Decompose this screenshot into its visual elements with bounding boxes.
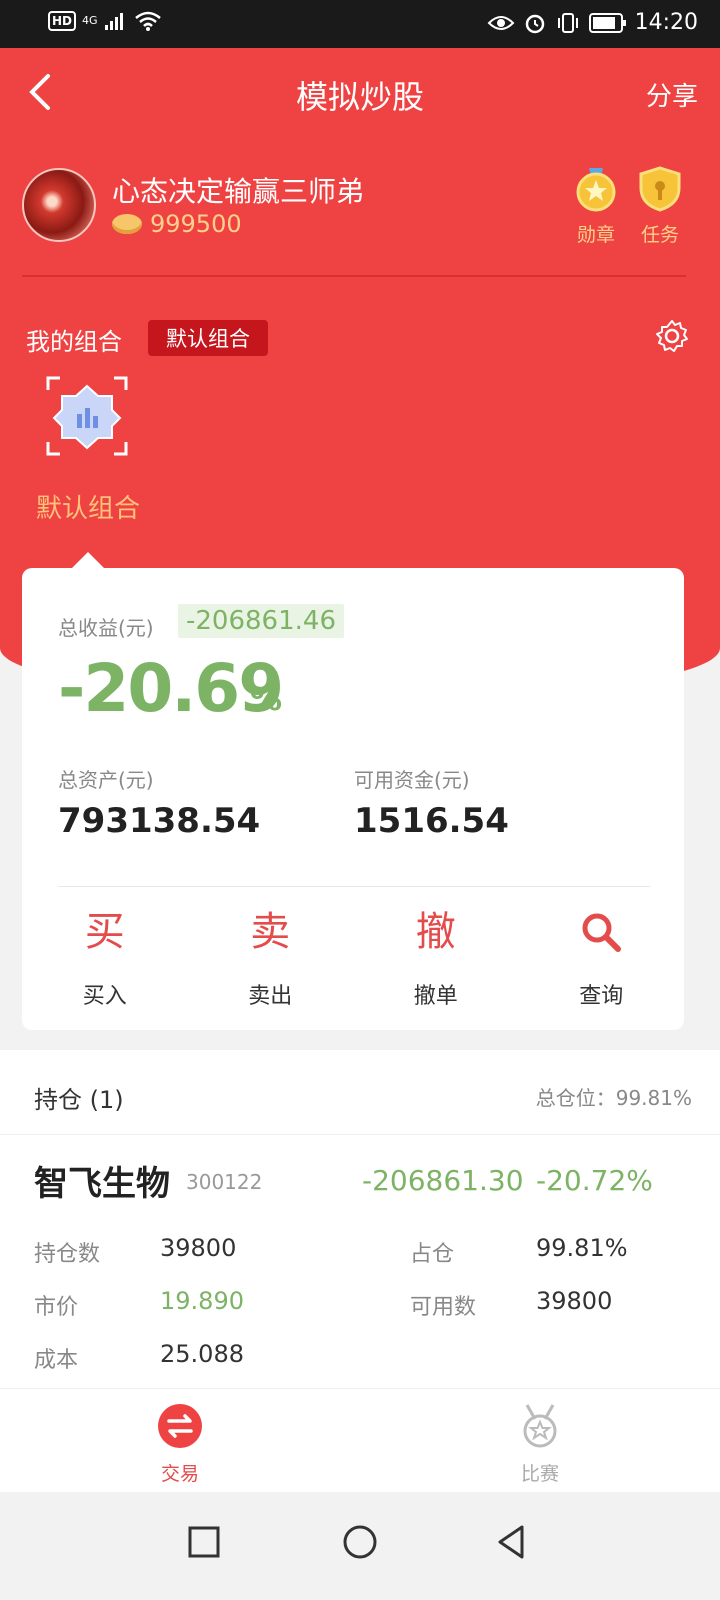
clock: 14:20 <box>634 10 698 35</box>
summary-card: 总收益(元) -206861.46 -20.69 % 总资产(元) 793138… <box>22 568 684 1030</box>
coin-balance: 999500 <box>112 210 242 238</box>
available-shares-value: 39800 <box>536 1287 613 1315</box>
recent-apps-button[interactable] <box>184 1522 224 1562</box>
medal-outline-icon <box>523 1404 557 1448</box>
portfolio-row: 我的组合 默认组合 <box>26 318 690 358</box>
card-pointer <box>72 552 104 568</box>
shares-label: 持仓数 <box>34 1242 101 1267</box>
total-profit-label: 总收益(元) <box>58 616 154 640</box>
header-divider <box>22 275 686 277</box>
total-assets-label: 总资产(元) <box>58 768 154 792</box>
total-assets: 总资产(元) 793138.54 <box>58 764 260 841</box>
tab-trade[interactable]: 交易 <box>120 1403 240 1486</box>
back-nav-button[interactable] <box>492 1522 532 1562</box>
available-shares-label: 可用数 <box>410 1295 477 1320</box>
weight-label: 占仓 <box>410 1242 455 1267</box>
portfolio-selector[interactable] <box>46 376 128 456</box>
signal-icon <box>104 13 123 30</box>
wifi-icon <box>134 11 161 31</box>
status-bar: HD 4G 14:20 <box>0 0 720 48</box>
username: 心态决定输赢三师弟 <box>112 175 365 208</box>
battery-icon <box>588 12 626 33</box>
holdings-divider <box>0 1134 720 1135</box>
bottom-tab-bar: 交易 比赛 <box>0 1388 720 1492</box>
task-button[interactable]: 任务 <box>630 166 690 247</box>
buy-button[interactable]: 买 买入 <box>22 904 188 1014</box>
eye-icon <box>487 15 515 30</box>
sell-label: 卖出 <box>248 984 293 1009</box>
tab-competition[interactable]: 比赛 <box>480 1403 600 1486</box>
percent-sign: % <box>250 680 283 718</box>
shares-value: 39800 <box>160 1234 237 1262</box>
stock-profit-loss: -206861.30 <box>362 1164 524 1197</box>
share-button[interactable]: 分享 <box>646 76 698 113</box>
medal-icon <box>576 168 616 212</box>
trade-actions: 买 买入 卖 卖出 撤 撤单 查询 <box>22 904 684 1014</box>
available-funds-label: 可用资金(元) <box>354 768 470 792</box>
buy-glyph: 买 <box>84 909 125 955</box>
vibrate-icon <box>557 12 578 33</box>
network-type: 4G <box>82 14 98 27</box>
price-value: 19.890 <box>160 1287 244 1315</box>
alarm-icon <box>525 14 544 33</box>
medal-label: 勋章 <box>576 224 615 246</box>
available-funds-value: 1516.54 <box>354 801 509 841</box>
medal-button[interactable]: 勋章 <box>566 166 626 247</box>
home-button[interactable] <box>340 1522 380 1562</box>
search-icon <box>582 913 622 952</box>
hd-indicator: HD <box>48 11 77 31</box>
cancel-order-glyph: 撤 <box>415 909 456 955</box>
holdings-title: 持仓 (1) <box>34 1086 124 1114</box>
sell-button[interactable]: 卖 卖出 <box>188 904 354 1014</box>
avatar[interactable] <box>22 168 96 242</box>
portfolio-section-label: 我的组合 <box>26 328 122 356</box>
total-profit-percent: -20.69 <box>58 650 284 727</box>
tab-competition-label: 比赛 <box>520 1463 559 1485</box>
cost-value: 25.088 <box>160 1340 244 1368</box>
portfolio-tag[interactable]: 默认组合 <box>148 320 268 356</box>
cost-label: 成本 <box>34 1348 79 1373</box>
price-label: 市价 <box>34 1295 79 1320</box>
holdings-section: 持仓 (1) 总仓位：99.81% 智飞生物 300122 -206861.30… <box>0 1050 720 1388</box>
weight-value: 99.81% <box>536 1234 628 1262</box>
buy-label: 买入 <box>82 984 127 1009</box>
query-label: 查询 <box>579 984 624 1009</box>
cancel-order-label: 撤单 <box>413 984 458 1009</box>
tab-trade-label: 交易 <box>160 1463 199 1485</box>
portfolio-name[interactable]: 默认组合 <box>36 488 140 525</box>
sell-glyph: 卖 <box>250 909 291 955</box>
user-info: 心态决定输赢三师弟 999500 勋章 任务 <box>22 166 698 258</box>
exchange-icon <box>158 1404 202 1448</box>
stock-name: 智飞生物 <box>34 1164 170 1204</box>
portfolio-chart-icon <box>46 376 128 456</box>
system-navigation-bar <box>0 1492 720 1600</box>
query-button[interactable]: 查询 <box>519 904 685 1014</box>
coin-icon <box>112 214 142 234</box>
stock-profit-loss-percent: -20.72% <box>536 1164 653 1197</box>
navigation-bar: 模拟炒股 分享 <box>0 48 720 140</box>
task-label: 任务 <box>640 224 679 246</box>
card-divider <box>58 886 650 887</box>
available-funds: 可用资金(元) 1516.54 <box>354 764 509 841</box>
coin-value: 999500 <box>150 210 242 238</box>
total-profit-value: -206861.46 <box>178 604 344 638</box>
total-assets-value: 793138.54 <box>58 801 261 841</box>
stock-code: 300122 <box>186 1170 263 1194</box>
gear-icon[interactable] <box>654 318 690 354</box>
shield-task-icon <box>639 166 681 212</box>
page-title: 模拟炒股 <box>295 78 424 116</box>
cancel-order-button[interactable]: 撤 撤单 <box>353 904 519 1014</box>
position-ratio: 总仓位：99.81% <box>535 1086 692 1110</box>
